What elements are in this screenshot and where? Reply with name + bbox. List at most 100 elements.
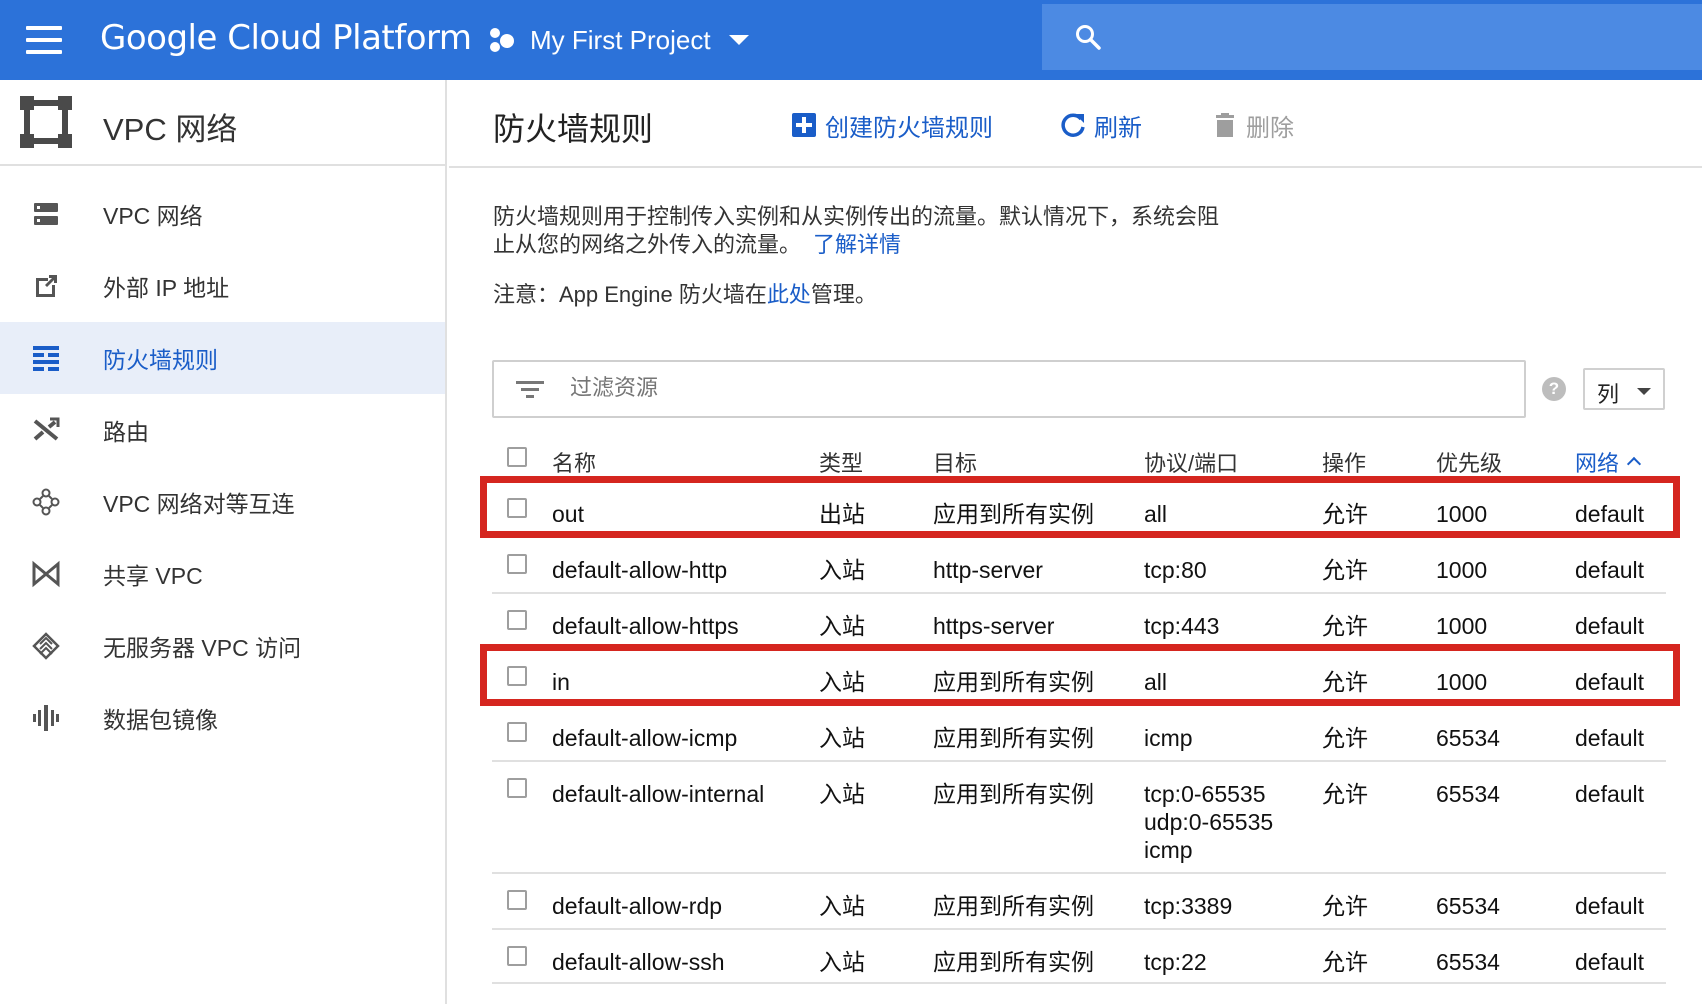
header-network-sort[interactable]: 网络 bbox=[1575, 446, 1642, 478]
row-checkbox[interactable] bbox=[507, 610, 527, 630]
cell-type: 入站 bbox=[819, 725, 865, 751]
sort-ascending-icon bbox=[1626, 456, 1642, 472]
project-dots-icon bbox=[488, 26, 516, 54]
row-checkbox[interactable] bbox=[507, 890, 527, 910]
cell-name[interactable]: default-allow-ssh bbox=[552, 948, 725, 976]
note-suffix: 管理。 bbox=[810, 282, 877, 307]
hamburger-menu-icon[interactable] bbox=[26, 26, 62, 54]
select-all-checkbox[interactable] bbox=[507, 447, 527, 467]
firewall-icon bbox=[33, 346, 59, 371]
sidebar-item-vpc-networks[interactable]: VPC 网络 bbox=[0, 178, 445, 250]
table-row[interactable]: default-allow-internal 入站 应用到所有实例 tcp:0-655… bbox=[492, 760, 1666, 872]
cell-protocol: all bbox=[1144, 501, 1168, 527]
nav-title: VPC 网络 bbox=[103, 112, 238, 147]
routes-icon bbox=[33, 417, 60, 441]
sidebar-item-label: 外部 IP 地址 bbox=[103, 275, 230, 301]
description-text: 止从您的网络之外传入的流量。 bbox=[493, 232, 802, 257]
cell-type: 入站 bbox=[819, 949, 865, 975]
cell-name[interactable]: default-allow-http bbox=[552, 556, 727, 584]
table-row[interactable]: default-allow-http 入站 http-server tcp:80 允许 1… bbox=[492, 536, 1666, 592]
table-row[interactable]: default-allow-icmp 入站 应用到所有实例 icmp 允许 65534 de… bbox=[492, 704, 1666, 760]
sidebar-item-routes[interactable]: 路由 bbox=[0, 394, 445, 466]
cell-target: 应用到所有实例 bbox=[933, 949, 1094, 975]
delete-button[interactable]: 删除 bbox=[1212, 108, 1294, 142]
action-bar: 防火墙规则 创建防火墙规则 刷新 删除 bbox=[449, 80, 1702, 168]
trash-icon bbox=[1216, 113, 1234, 137]
cell-priority: 65534 bbox=[1436, 725, 1500, 751]
sidebar-item-label: 数据包镜像 bbox=[103, 707, 218, 733]
header-target[interactable]: 目标 bbox=[933, 446, 977, 478]
header-action[interactable]: 操作 bbox=[1322, 446, 1366, 478]
packet-mirroring-icon bbox=[33, 705, 59, 731]
cell-priority: 65534 bbox=[1436, 781, 1500, 807]
cell-priority: 65534 bbox=[1436, 949, 1500, 975]
serverless-icon bbox=[32, 632, 60, 660]
row-checkbox[interactable] bbox=[507, 946, 527, 966]
row-checkbox[interactable] bbox=[507, 778, 527, 798]
filter-input[interactable] bbox=[570, 375, 1270, 401]
row-checkbox[interactable] bbox=[507, 498, 527, 518]
row-checkbox[interactable] bbox=[507, 554, 527, 574]
cell-name[interactable]: out bbox=[552, 500, 584, 528]
sidebar-item-serverless-vpc-access[interactable]: 无服务器 VPC 访问 bbox=[0, 610, 445, 682]
cell-network: default bbox=[1575, 501, 1645, 527]
cell-priority: 1000 bbox=[1436, 669, 1488, 695]
help-icon[interactable]: ? bbox=[1542, 377, 1566, 401]
sidebar-item-vpc-peering[interactable]: VPC 网络对等互连 bbox=[0, 466, 445, 538]
cell-network: default bbox=[1575, 613, 1645, 639]
learn-more-link[interactable]: 了解详情 bbox=[813, 232, 901, 257]
row-checkbox[interactable] bbox=[507, 722, 527, 742]
cell-type: 入站 bbox=[819, 557, 865, 583]
table-row[interactable]: in 入站 应用到所有实例 all 允许 1000 default bbox=[492, 648, 1666, 704]
sidebar-item-external-ip[interactable]: 外部 IP 地址 bbox=[0, 250, 445, 322]
table-body: out 出站 应用到所有实例 all 允许 1000 default default-allo… bbox=[492, 480, 1666, 984]
cell-action: 允许 bbox=[1322, 725, 1368, 751]
cell-name[interactable]: default-allow-icmp bbox=[552, 724, 737, 752]
cell-name[interactable]: default-allow-https bbox=[552, 612, 739, 640]
cell-priority: 1000 bbox=[1436, 501, 1488, 527]
cell-type: 出站 bbox=[819, 501, 865, 527]
left-navigation: VPC 网络 VPC 网络 外部 IP 地址 防火墙规则 路由 VPC 网络对等… bbox=[0, 80, 447, 1004]
cell-protocol: tcp:22 bbox=[1144, 949, 1207, 975]
external-ip-icon bbox=[36, 275, 57, 297]
sidebar-item-firewall-rules[interactable]: 防火墙规则 bbox=[0, 322, 445, 394]
header-name[interactable]: 名称 bbox=[552, 446, 596, 478]
filter-bar[interactable] bbox=[492, 360, 1526, 418]
peering-icon bbox=[32, 488, 60, 516]
header-protocol-port[interactable]: 协议/端口 bbox=[1144, 446, 1238, 478]
create-firewall-rule-button[interactable]: 创建防火墙规则 bbox=[791, 108, 993, 142]
header-type[interactable]: 类型 bbox=[819, 446, 863, 478]
cell-type: 入站 bbox=[819, 893, 865, 919]
header-network: 网络 bbox=[1575, 451, 1620, 476]
refresh-button[interactable]: 刷新 bbox=[1060, 108, 1142, 142]
table-row[interactable]: default-allow-https 入站 https-server tcp:443… bbox=[492, 592, 1666, 648]
columns-dropdown[interactable]: 列 bbox=[1583, 368, 1665, 410]
cell-action: 允许 bbox=[1322, 557, 1368, 583]
cell-name[interactable]: in bbox=[552, 668, 570, 696]
cell-action: 允许 bbox=[1322, 501, 1368, 527]
cell-protocol: tcp:3389 bbox=[1144, 893, 1233, 919]
sidebar-item-shared-vpc[interactable]: 共享 VPC bbox=[0, 538, 445, 610]
project-name: My First Project bbox=[530, 24, 711, 55]
project-selector[interactable]: My First Project bbox=[488, 20, 749, 60]
header-priority[interactable]: 优先级 bbox=[1436, 446, 1502, 478]
table-row[interactable]: out 出站 应用到所有实例 all 允许 1000 default bbox=[492, 480, 1666, 536]
table-row[interactable]: default-allow-ssh 入站 应用到所有实例 tcp:22 允许 65534 d… bbox=[492, 928, 1666, 984]
sidebar-item-packet-mirroring[interactable]: 数据包镜像 bbox=[0, 682, 445, 754]
sidebar-item-label: VPC 网络 bbox=[103, 203, 203, 229]
cell-name[interactable]: default-allow-rdp bbox=[552, 892, 722, 920]
row-checkbox[interactable] bbox=[507, 666, 527, 686]
refresh-label: 刷新 bbox=[1094, 114, 1142, 142]
cell-network: default bbox=[1575, 669, 1645, 695]
search-input[interactable] bbox=[1042, 4, 1702, 70]
cell-network: default bbox=[1575, 557, 1645, 583]
cell-protocol: icmp bbox=[1144, 725, 1193, 751]
table-row[interactable]: default-allow-rdp 入站 应用到所有实例 tcp:3389 允许 6553… bbox=[492, 872, 1666, 928]
columns-label: 列 bbox=[1597, 382, 1620, 407]
cell-name[interactable]: default-allow-internal bbox=[552, 780, 764, 808]
cell-target: 应用到所有实例 bbox=[933, 725, 1094, 751]
app-engine-link[interactable]: 此处 bbox=[767, 282, 811, 307]
vpc-logo-icon bbox=[20, 96, 72, 148]
nav-list: VPC 网络 外部 IP 地址 防火墙规则 路由 VPC 网络对等互连 共享 V… bbox=[0, 178, 445, 754]
brand-title[interactable]: Google Cloud Platform bbox=[100, 18, 472, 58]
